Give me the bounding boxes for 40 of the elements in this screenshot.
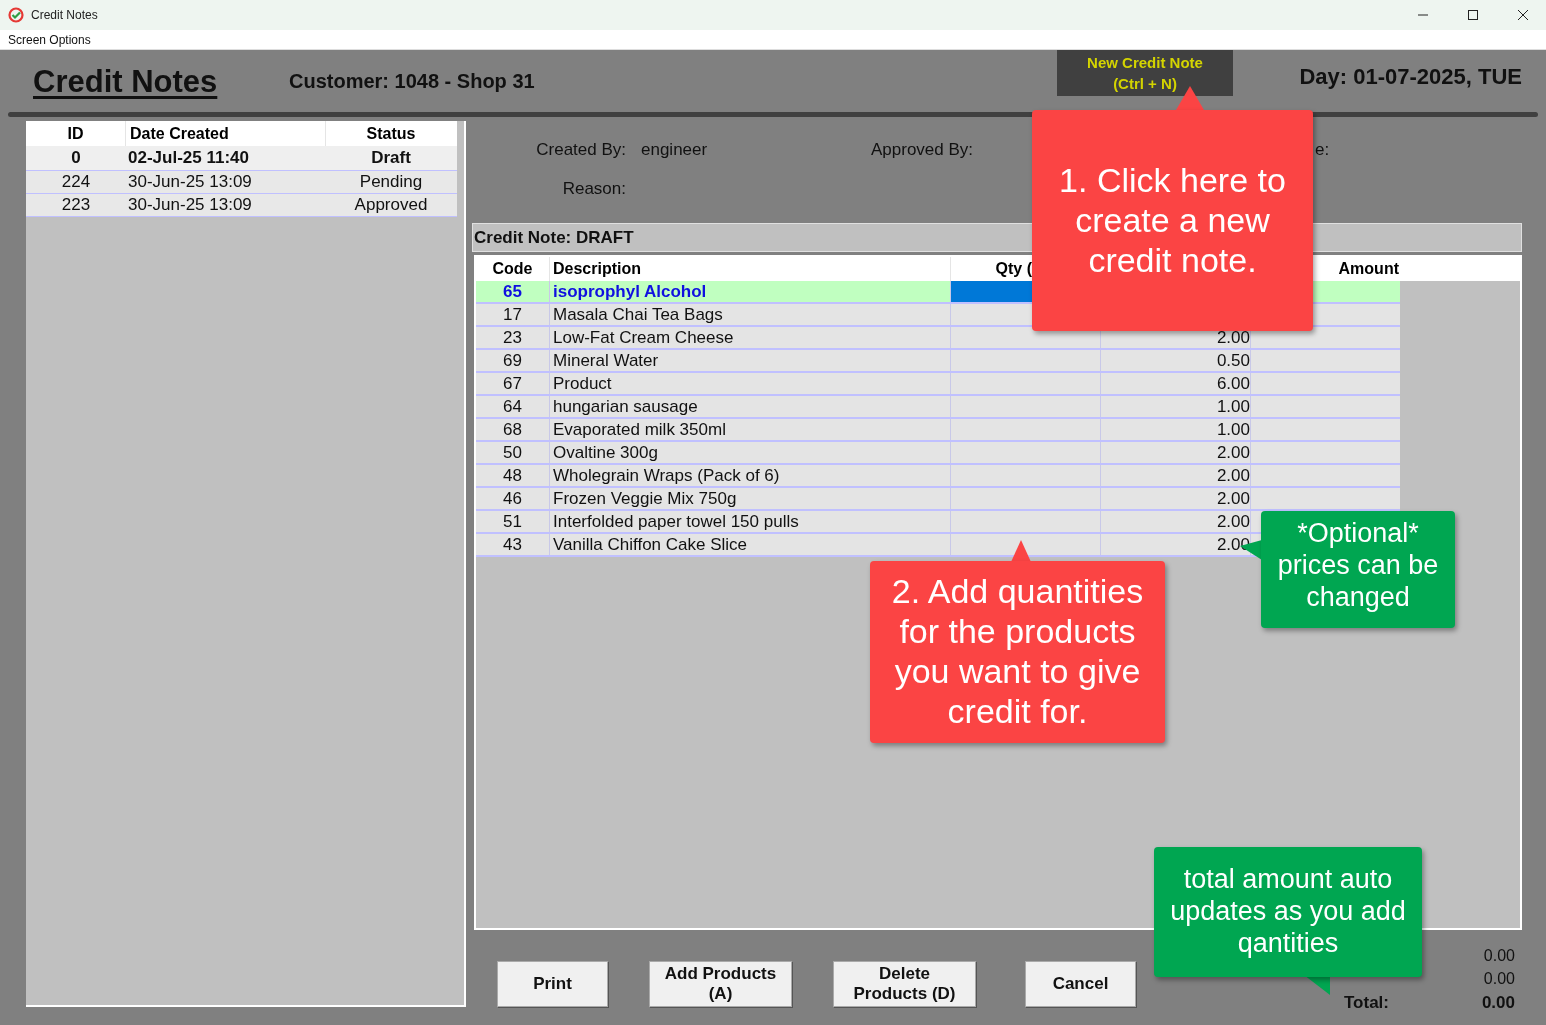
- reason-label: Reason:: [561, 178, 626, 200]
- action-button[interactable]: Add Products (A): [649, 961, 792, 1007]
- day-label: Day: 01-07-2025, TUE: [1299, 64, 1522, 89]
- product-row[interactable]: 50 Ovaltine 300g 2.00: [476, 442, 1400, 465]
- app-logo-icon: [8, 7, 24, 23]
- list-row[interactable]: 224 30-Jun-25 13:09 Pending: [26, 171, 457, 194]
- credit-note-title: Credit Note: DRAFT: [474, 226, 634, 249]
- product-row[interactable]: 67 Product 6.00: [476, 373, 1400, 396]
- approved-by-label: Approved By:: [871, 139, 975, 159]
- product-row[interactable]: 46 Frozen Veggie Mix 750g 2.00: [476, 488, 1400, 511]
- field-label: e:: [1315, 139, 1330, 159]
- vat-value: 0.00: [1483, 970, 1515, 987]
- total-value: 0.00: [1481, 992, 1515, 1013]
- maximize-icon[interactable]: [1468, 10, 1478, 20]
- close-icon[interactable]: [1518, 10, 1528, 20]
- product-row[interactable]: 64 hungarian sausage 1.00: [476, 396, 1400, 419]
- new-credit-note-button[interactable]: New Credit Note (Ctrl + N): [1057, 50, 1233, 96]
- column-header[interactable]: Status: [326, 121, 456, 146]
- created-by-label: Created By:: [535, 139, 626, 159]
- hint-tooltip: 1. Click here to create a new credit note.: [1032, 110, 1313, 331]
- window-title: Credit Notes: [31, 7, 98, 24]
- action-button[interactable]: Delete Products (D): [833, 961, 976, 1007]
- product-row[interactable]: 48 Wholegrain Wraps (Pack of 6) 2.00: [476, 465, 1400, 488]
- product-row[interactable]: 68 Evaporated milk 350ml 1.00: [476, 419, 1400, 442]
- action-button[interactable]: Cancel: [1025, 961, 1136, 1007]
- created-by-value: engineer: [641, 139, 709, 159]
- customer-label: Customer: 1048 - Shop 31: [289, 70, 535, 92]
- hint-tooltip: total amount auto updates as you add qantities: [1154, 847, 1422, 977]
- list-row[interactable]: 0 02-Jul-25 11:40 Draft: [26, 146, 457, 171]
- action-button[interactable]: Print: [497, 961, 608, 1007]
- total-label: Total:: [1344, 992, 1389, 1013]
- column-header[interactable]: Code: [476, 257, 549, 281]
- hint-tooltip: 2. Add quantities for the products you want to give credit for.: [870, 561, 1165, 743]
- hint-tooltip: *Optional* prices can be changed: [1261, 511, 1455, 628]
- product-row[interactable]: 69 Mineral Water 0.50: [476, 350, 1400, 373]
- subtotal-value: 0.00: [1483, 947, 1515, 964]
- list-row[interactable]: 223 30-Jun-25 13:09 Approved: [26, 194, 457, 217]
- product-row[interactable]: 23 Low-Fat Cream Cheese 2.00: [476, 327, 1400, 350]
- menu-item[interactable]: Screen Options: [8, 30, 91, 49]
- page-title: Credit Notes: [33, 64, 218, 99]
